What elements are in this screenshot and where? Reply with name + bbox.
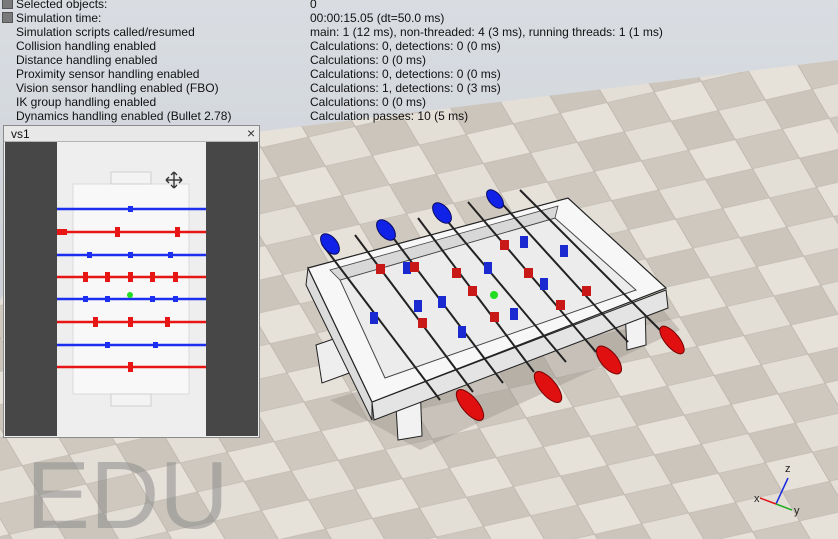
ball-3d — [490, 291, 498, 299]
dark-side-left — [5, 142, 57, 436]
y-axis-label: y — [794, 505, 800, 517]
info-row-distance: Distance handling enabled Calculations: 0… — [16, 53, 427, 67]
vision-sensor-view — [5, 142, 258, 436]
vision-window-title: vs1 — [11, 127, 30, 141]
z-axis-line — [775, 477, 789, 505]
info-panel: Selected objects: 0 Simulation time: 00:00… — [0, 0, 838, 123]
y-axis-line — [775, 503, 793, 511]
vision-sensor-window[interactable]: vs1 × — [3, 125, 260, 438]
z-axis-label: z — [785, 463, 791, 475]
info-row-ik: IK group handling enabled Calculations: 0… — [16, 95, 427, 109]
edu-watermark: EDU — [26, 442, 229, 539]
topdown-ball — [127, 292, 133, 298]
collapse-toggle-icon[interactable] — [2, 12, 13, 23]
close-icon[interactable]: × — [247, 125, 255, 141]
info-row-dynamics: Dynamics handling enabled (Bullet 2.78) C… — [16, 109, 469, 123]
info-row-proximity: Proximity sensor handling enabled Calcula… — [16, 67, 501, 81]
x-axis-line — [759, 497, 777, 505]
dark-side-right — [206, 142, 258, 436]
info-row-collision: Collision handling enabled Calculations: … — [16, 39, 501, 53]
topdown-goal-top — [110, 171, 152, 185]
info-row-vision: Vision sensor handling enabled (FBO) Calc… — [16, 81, 501, 95]
topdown-goal-bottom — [110, 393, 152, 407]
x-axis-label: x — [754, 493, 760, 505]
info-row-simulation-time: Simulation time: 00:00:15.05 (dt=50.0 ms) — [0, 11, 838, 25]
collapse-toggle-icon[interactable] — [2, 0, 13, 9]
axis-gizmo: z x y — [754, 463, 800, 517]
vision-window-titlebar[interactable]: vs1 × — [4, 125, 259, 142]
info-row-scripts: Simulation scripts called/resumed main: 1… — [16, 25, 663, 39]
info-row-selected-objects: Selected objects: 0 — [0, 0, 838, 11]
